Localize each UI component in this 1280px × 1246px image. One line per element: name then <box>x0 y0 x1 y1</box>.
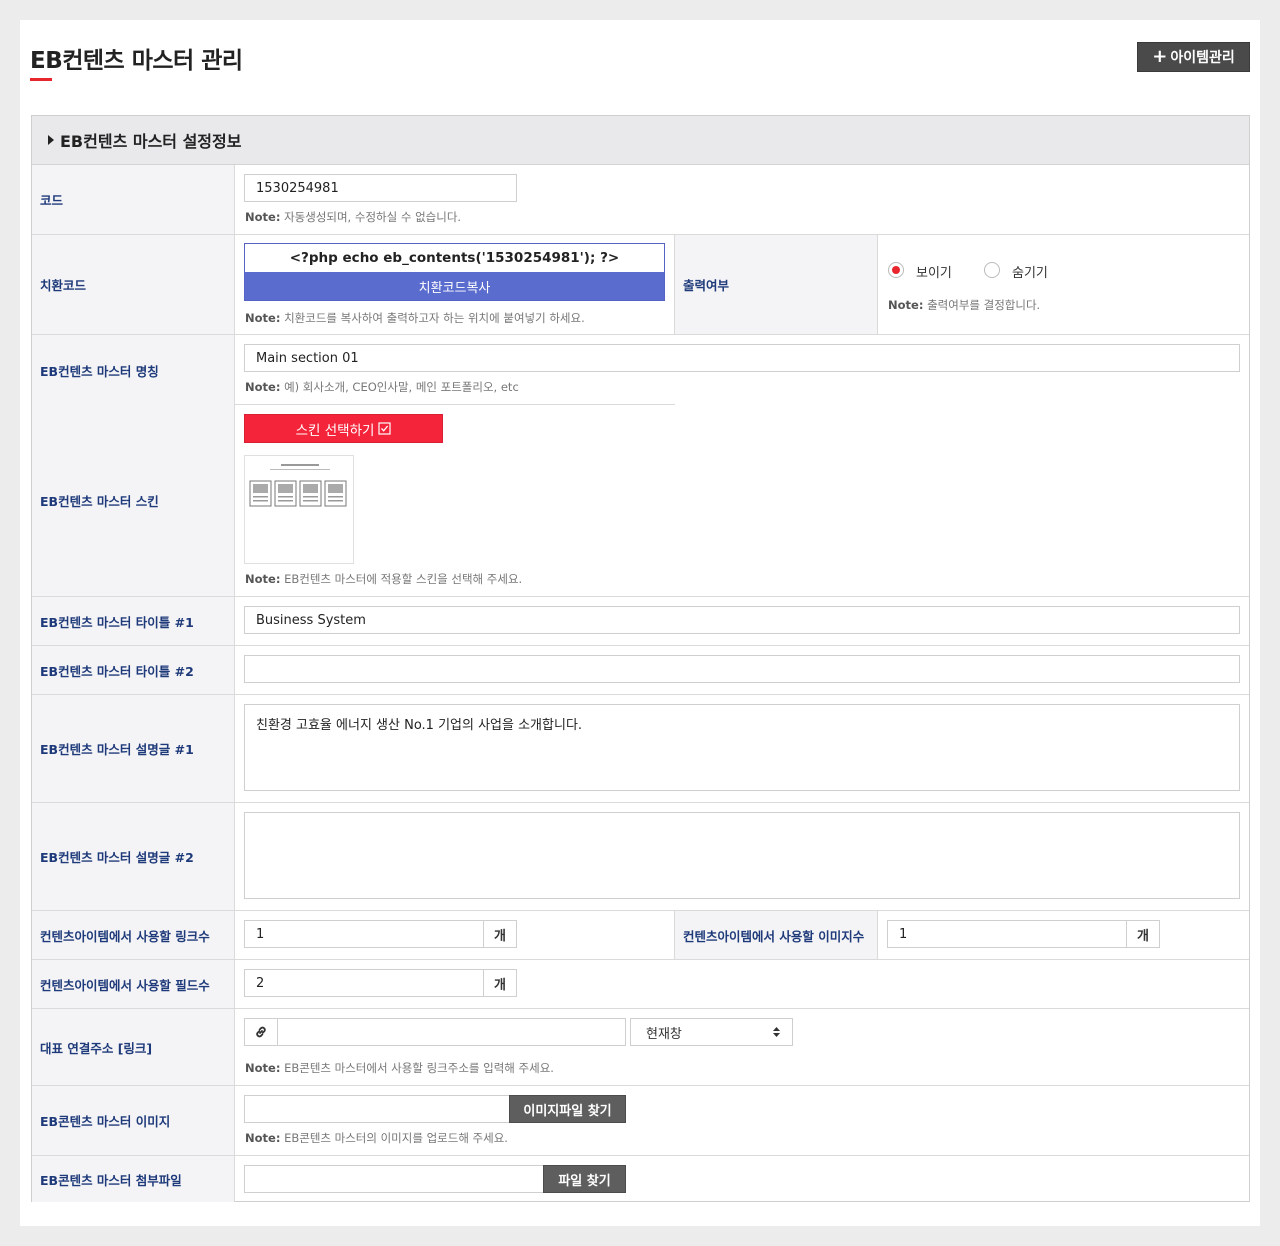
checkbox-icon <box>378 422 392 435</box>
desc2-label: EB컨텐츠 마스터 설명글 #2 <box>32 803 235 910</box>
select-arrows-icon <box>773 1027 780 1037</box>
code-label: 코드 <box>32 165 235 234</box>
radio-show-label[interactable]: 보이기 <box>916 262 952 281</box>
link-icon <box>256 1026 266 1038</box>
title-underline <box>30 78 52 81</box>
desc2-textarea[interactable] <box>244 812 1240 899</box>
row-replace-code: 치환코드 <?php echo eb_contents('1530254981'… <box>32 235 1249 335</box>
row-field-count: 컨텐츠아이템에서 사용할 필드수 2 개 <box>32 960 1249 1009</box>
item-manage-button[interactable]: + 아이템관리 <box>1137 42 1250 72</box>
skin-label: EB컨텐츠 마스터 스킨 <box>32 405 235 596</box>
row-attachment: EB콘텐츠 마스터 첨부파일 파일 찾기 <box>32 1156 1249 1202</box>
field-count-label: 컨텐츠아이템에서 사용할 필드수 <box>32 960 235 1008</box>
image-count-input[interactable]: 1 <box>887 920 1127 948</box>
image-label: EB콘텐츠 마스터 이미지 <box>32 1086 235 1155</box>
attachment-file-input[interactable] <box>244 1165 544 1193</box>
code-note: Note: 자동생성되며, 수정하실 수 없습니다. <box>245 210 462 224</box>
copy-code-button[interactable]: 치환코드복사 <box>245 272 664 300</box>
settings-box: EB컨텐츠 마스터 설정정보 코드 1530254981 Note: 자동생성되… <box>31 115 1250 1202</box>
replace-code-label: 치환코드 <box>32 235 235 334</box>
title1-input[interactable]: Business System <box>244 606 1240 634</box>
image-count-unit: 개 <box>1127 920 1160 948</box>
find-file-button[interactable]: 파일 찾기 <box>543 1165 626 1193</box>
image-file-input[interactable] <box>244 1095 510 1123</box>
title2-input[interactable] <box>244 655 1240 683</box>
radio-hide[interactable] <box>984 262 1000 278</box>
row-desc2: EB컨텐츠 마스터 설명글 #2 <box>32 803 1249 911</box>
main-link-note: Note: EB콘텐츠 마스터에서 사용할 링크주소를 입력해 주세요. <box>245 1061 554 1075</box>
field-count-input[interactable]: 2 <box>244 969 484 997</box>
desc1-label: EB컨텐츠 마스터 설명글 #1 <box>32 695 235 802</box>
attachment-label: EB콘텐츠 마스터 첨부파일 <box>32 1156 235 1202</box>
main-link-label: 대표 연결주소 [링크] <box>32 1009 235 1085</box>
plus-icon: + <box>1152 46 1168 67</box>
skin-thumbnail[interactable] <box>244 455 354 564</box>
caret-right-icon <box>48 135 54 145</box>
row-title1: EB컨텐츠 마스터 타이틀 #1 Business System <box>32 597 1249 646</box>
title2-label: EB컨텐츠 마스터 타이틀 #2 <box>32 646 235 694</box>
skin-note: Note: EB컨텐츠 마스터에 적용할 스킨을 선택해 주세요. <box>245 572 523 586</box>
display-label: 출력여부 <box>674 235 878 334</box>
image-count-label: 컨텐츠아이템에서 사용할 이미지수 <box>674 911 878 959</box>
master-name-input[interactable]: Main section 01 <box>244 344 1240 372</box>
row-link-count: 컨텐츠아이템에서 사용할 링크수 1 개 컨텐츠아이템에서 사용할 이미지수 1… <box>32 911 1249 960</box>
link-count-label: 컨텐츠아이템에서 사용할 링크수 <box>32 911 235 959</box>
master-name-note: Note: 예) 회사소개, CEO인사말, 메인 포트폴리오, etc <box>245 380 519 394</box>
row-master-name: EB컨텐츠 마스터 명칭 Main section 01 Note: 예) 회사… <box>32 335 1249 405</box>
row-main-link: 대표 연결주소 [링크] 현재창 Note: EB콘텐츠 마스터에서 사용할 링… <box>32 1009 1249 1086</box>
display-note: Note: 출력여부를 결정합니다. <box>888 298 1041 312</box>
link-count-input[interactable]: 1 <box>244 920 484 948</box>
main-link-input[interactable] <box>277 1018 626 1046</box>
row-skin: EB컨텐츠 마스터 스킨 스킨 선택하기 Note: EB컨텐츠 마스터에 적용… <box>32 405 1249 597</box>
item-manage-label: 아이템관리 <box>1170 50 1235 66</box>
replace-code-note: Note: 치환코드를 복사하여 출력하고자 하는 위치에 붙여넣기 하세요. <box>245 311 585 325</box>
row-desc1: EB컨텐츠 마스터 설명글 #1 친환경 고효율 에너지 생산 No.1 기업의… <box>32 695 1249 803</box>
select-skin-button[interactable]: 스킨 선택하기 <box>244 414 443 443</box>
link-icon-button[interactable] <box>244 1018 278 1046</box>
section-title: EB컨텐츠 마스터 설정정보 <box>60 132 242 151</box>
field-count-unit: 개 <box>484 969 517 997</box>
skin-preview-icon <box>249 464 347 507</box>
desc1-textarea[interactable]: 친환경 고효율 에너지 생산 No.1 기업의 사업을 소개합니다. <box>244 704 1240 791</box>
radio-show[interactable] <box>888 262 904 278</box>
find-image-button[interactable]: 이미지파일 찾기 <box>509 1095 626 1123</box>
row-title2: EB컨텐츠 마스터 타이틀 #2 <box>32 646 1249 695</box>
replace-code-box: <?php echo eb_contents('1530254981'); ?>… <box>244 243 665 301</box>
title1-label: EB컨텐츠 마스터 타이틀 #1 <box>32 597 235 645</box>
radio-hide-label[interactable]: 숨기기 <box>1012 262 1048 281</box>
row-image: EB콘텐츠 마스터 이미지 이미지파일 찾기 Note: EB콘텐츠 마스터의 … <box>32 1086 1249 1156</box>
code-input[interactable]: 1530254981 <box>244 174 517 202</box>
link-count-unit: 개 <box>484 920 517 948</box>
master-name-label: EB컨텐츠 마스터 명칭 <box>32 335 235 405</box>
image-note: Note: EB콘텐츠 마스터의 이미지를 업로드해 주세요. <box>245 1131 508 1145</box>
section-header: EB컨텐츠 마스터 설정정보 <box>32 116 1249 165</box>
page-title: EB컨텐츠 마스터 관리 <box>30 48 243 74</box>
link-target-select[interactable]: 현재창 <box>630 1018 793 1046</box>
row-code: 코드 1530254981 Note: 자동생성되며, 수정하실 수 없습니다. <box>32 165 1249 235</box>
replace-code-text[interactable]: <?php echo eb_contents('1530254981'); ?> <box>245 244 664 272</box>
